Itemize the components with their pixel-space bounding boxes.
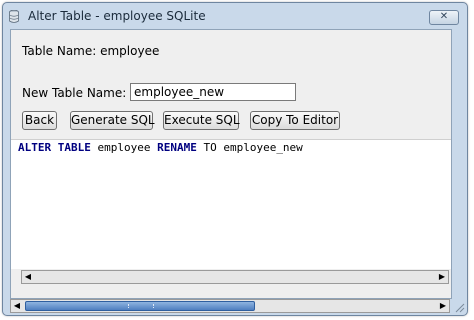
- scroll-right-arrow-icon[interactable]: ▶: [436, 271, 448, 283]
- window-scroll-right-arrow-icon[interactable]: ▶: [437, 300, 449, 312]
- database-icon: [9, 10, 19, 23]
- close-icon: ✕: [439, 11, 449, 22]
- new-table-name-input[interactable]: [130, 83, 296, 101]
- scroll-left-arrow-icon[interactable]: ◀: [22, 271, 34, 283]
- window-horizontal-scrollbar[interactable]: ◀ ▶: [10, 299, 450, 313]
- sql-statement: ALTER TABLE employee RENAME TO employee_…: [18, 141, 303, 154]
- sql-editor[interactable]: ALTER TABLE employee RENAME TO employee_…: [11, 139, 451, 269]
- alter-table-window: Alter Table - employee SQLite ✕ Table Na…: [2, 2, 468, 316]
- scrollbar-thumb[interactable]: [25, 301, 255, 311]
- copy-to-editor-button[interactable]: Copy To Editor: [250, 111, 340, 130]
- execute-sql-button[interactable]: Execute SQL: [163, 111, 240, 130]
- resize-grip-icon[interactable]: [453, 301, 465, 313]
- sql-keyword-rename: RENAME: [157, 141, 197, 154]
- sql-text-new-name: TO employee_new: [196, 141, 303, 154]
- scrollbar-grip-icon: [128, 304, 154, 308]
- title-bar[interactable]: Alter Table - employee SQLite ✕: [3, 3, 467, 30]
- window-title: Alter Table - employee SQLite: [28, 9, 206, 23]
- back-button[interactable]: Back: [22, 111, 57, 130]
- table-name-label: Table Name: employee: [22, 44, 160, 58]
- window-scroll-left-arrow-icon[interactable]: ◀: [11, 300, 23, 312]
- sql-text-table: employee: [90, 141, 158, 154]
- generate-sql-button[interactable]: Generate SQL: [70, 111, 155, 130]
- close-button[interactable]: ✕: [429, 10, 459, 25]
- new-table-name-label: New Table Name:: [22, 86, 127, 100]
- sql-keyword-alter-table: ALTER TABLE: [18, 141, 91, 154]
- editor-horizontal-scrollbar[interactable]: ◀ ▶: [21, 270, 449, 284]
- dialog-content: Table Name: employee New Table Name: Bac…: [10, 29, 452, 299]
